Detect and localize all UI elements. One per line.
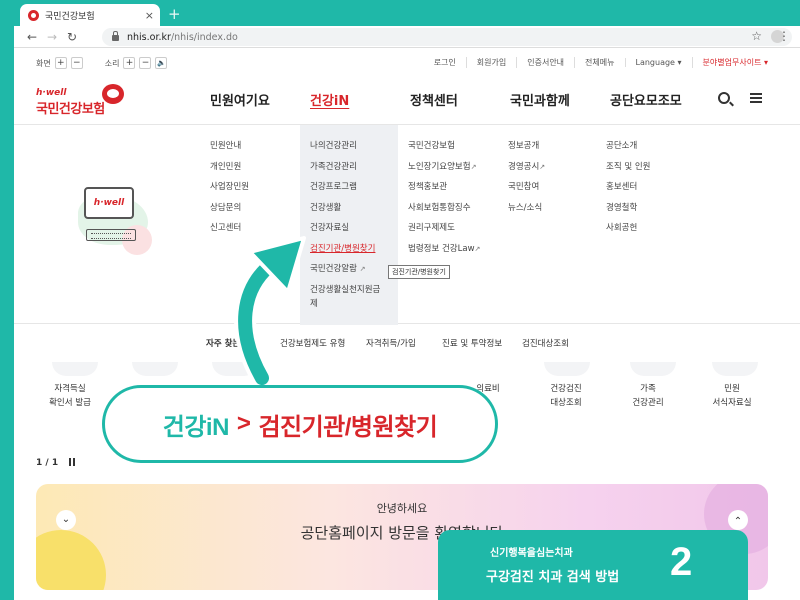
pointer-arrow-icon: [234, 236, 306, 389]
step-number: 2: [670, 540, 693, 584]
callout-separator: >: [236, 410, 251, 437]
path-callout: 건강iN > 검진기관/병원찾기: [102, 385, 498, 463]
callout-checkup-hospital: 검진기관/병원찾기: [258, 413, 438, 441]
step-caption: 신기행복을심는치과 구강검진 치과 검색 방법 2: [438, 530, 748, 600]
screenshot-frame: 국민건강보험 × + ← → ↻ nhis.or.kr /nhis/index.…: [0, 0, 800, 600]
callout-health-in: 건강iN: [162, 413, 230, 441]
caption-clinic-name: 신기행복을심는치과: [490, 548, 573, 559]
caption-title: 구강검진 치과 검색 방법: [486, 570, 620, 585]
